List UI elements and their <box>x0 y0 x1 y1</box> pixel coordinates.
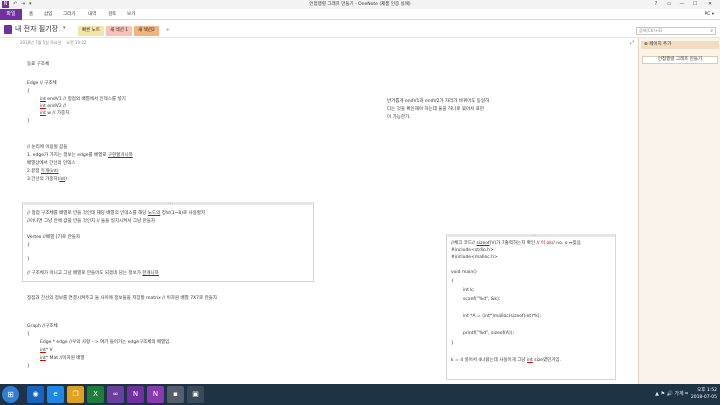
window-title: 인접행렬 그래프 만들기 - OneNote (제품 인증 실패) <box>309 2 411 7</box>
text-line[interactable]: int *A = (int*)malloc(sizeof(int)*k); <box>463 314 541 320</box>
note-container[interactable]: ••• // 정점 구조체를 배열로 만들 것인데 해당 배열의 인덱스를 해당… <box>22 202 314 282</box>
text-line[interactable]: int* Mat //이차원 배열 <box>40 356 85 362</box>
ribbon-tabs: 파일 홈 삽입 그리기 내역 검토 보기 PC ▾ <box>0 9 720 20</box>
text-line[interactable]: int w // 가중치 <box>40 111 69 117</box>
drag-handle[interactable]: ••• <box>23 202 313 205</box>
text-line[interactable]: // 정점 구조체를 배열로 만들 것인데 해당 배열의 인덱스를 해당 노드의… <box>27 211 205 217</box>
text-line[interactable]: } <box>27 364 30 370</box>
text-line[interactable]: printf("%d", sizeof(A)); <box>463 331 514 337</box>
text-line[interactable]: Edge // 구조체 <box>27 81 57 87</box>
text-line[interactable]: #include<malloc.h> <box>451 255 498 261</box>
close-button[interactable]: ✕ <box>704 0 716 9</box>
text-line[interactable]: scanf("%d", &k); <box>463 297 500 303</box>
tab-view[interactable]: 보기 <box>127 9 135 20</box>
text-line[interactable]: int* V <box>40 348 53 354</box>
search-icon[interactable]: ⌕ <box>710 28 713 34</box>
expand-icon[interactable]: ⤢ <box>630 40 634 46</box>
notebook-bar: 내 전자 필기장 ▾ 빠른 노트 새 섹션 1 새 섹션2 + 검색(Ctrl+… <box>0 20 720 38</box>
text-line[interactable]: int endV2 // <box>40 104 66 110</box>
page-date: 2018년 7월 5일 목요일 오전 10:22 <box>20 40 87 45</box>
note-line[interactable]: 다는 것을 확인해야 하는데 둘을 하나로 묶어서 표현 <box>387 107 484 113</box>
text-line[interactable]: 3.간선의 가중치(int) <box>27 177 67 183</box>
text-line[interactable]: Vertex //배열 [7]로 만들자 <box>27 235 80 241</box>
page-list-item[interactable]: 인접행렬 그래프 만들기 <box>642 56 718 64</box>
note-line[interactable]: 이 가능한가. <box>387 115 411 121</box>
code-container[interactable]: ••• //체크 코드// sizeof(V)가 7출력하는지 확인 // 이 … <box>446 234 616 380</box>
text-line[interactable]: } <box>451 341 454 347</box>
text-line[interactable]: { <box>27 243 30 249</box>
help-button[interactable]: ? <box>650 0 662 9</box>
text-line[interactable]: //아니면 그냥 안에 값을 만들 것인지 // 둘을 일치시켜서 그냥 만들자 <box>27 219 155 225</box>
text-line[interactable]: //체크 코드// sizeof(V)가 7출력하는지 확인 // 이 ok//… <box>451 241 581 247</box>
taskbar-app-explorer[interactable]: ❐ <box>67 386 84 403</box>
taskbar-app-ie[interactable]: e <box>47 386 64 403</box>
section-tab-new-section-1[interactable]: 새 섹션 1 <box>106 26 133 36</box>
tab-home[interactable]: 홈 <box>29 9 33 20</box>
text-line[interactable]: { <box>27 89 30 95</box>
text-line[interactable]: 1. edge가 가지는 정보는 edge를 배열로 구현할거니까 <box>27 153 133 159</box>
notebook-name[interactable]: 내 전자 필기장 <box>15 24 58 34</box>
text-line[interactable]: // 구조체가 아니고 그냥 배열로 만들어도 되겠네 담는 정보가 한개니까 <box>27 271 159 277</box>
text-line[interactable]: void main() <box>451 270 477 276</box>
section-tab-quick-notes[interactable]: 빠른 노트 <box>78 26 104 36</box>
text-line[interactable]: { <box>27 332 30 338</box>
search-input[interactable]: 검색(Ctrl+E) ⌕ <box>636 27 716 35</box>
add-page-button[interactable]: ⊕ 페이지 추가 <box>641 41 719 49</box>
page-list-panel: ⊕ 페이지 추가 인접행렬 그래프 만들기 <box>638 38 720 384</box>
taskbar-app-visual-studio[interactable]: ∞ <box>107 386 124 403</box>
minimize-button[interactable]: — <box>676 0 688 9</box>
text-line[interactable]: 동료 구조체 <box>27 62 49 68</box>
tab-insert[interactable]: 삽입 <box>44 9 52 20</box>
section-tab-new-section-2[interactable]: 새 섹션2 <box>134 26 159 36</box>
start-button[interactable]: ⊞ <box>2 386 19 403</box>
taskbar-app-chrome[interactable]: ◉ <box>27 386 44 403</box>
text-line[interactable]: 배열상에서 간선의 인덱스 <box>27 161 75 167</box>
text-line[interactable]: } <box>27 119 30 125</box>
taskbar-app-excel[interactable]: X <box>87 386 104 403</box>
taskbar: ⊞ ◉ e ❐ X ∞ N N ▪ ▣ ▲ ⚑ 🔊 가계 ⌗ 오후 1:52 2… <box>0 384 720 405</box>
taskbar-app-onenote-2[interactable]: N <box>147 386 164 403</box>
tab-history[interactable]: 내역 <box>88 9 96 20</box>
tab-file[interactable]: 파일 <box>0 9 22 20</box>
notebook-icon <box>4 25 12 34</box>
add-section-button[interactable]: + <box>162 26 174 36</box>
account-menu[interactable]: PC ▾ <box>704 9 714 20</box>
taskbar-app-onenote[interactable]: N <box>127 386 144 403</box>
text-line[interactable]: { <box>451 279 454 285</box>
text-line[interactable]: #include<stdio.h> <box>451 248 494 254</box>
title-bar: N ↶ ⇥ ▾ 인접행렬 그래프 만들기 - OneNote (제품 인증 실패… <box>0 0 720 9</box>
taskbar-app-window[interactable]: ▪ <box>167 386 184 403</box>
full-page-button[interactable]: ▭ <box>663 0 675 9</box>
text-line[interactable]: Graph //구조체 <box>27 324 58 330</box>
page-canvas[interactable]: 2018년 7월 5일 목요일 오전 10:22 동료 구조체 Edge // … <box>0 38 628 384</box>
taskbar-app-window-2[interactable]: ▣ <box>187 386 204 403</box>
chevron-down-icon[interactable]: ▾ <box>63 25 66 31</box>
note-line[interactable]: 반가롭게 endV1과 endV2가 자리가 바뀌어도 동일하 <box>387 99 489 105</box>
text-line[interactable]: int endV1 // 정점의 배열에서 인덱스를 넣기 <box>40 97 126 103</box>
text-line[interactable]: 2.끝점 두개(int) <box>27 169 59 175</box>
search-placeholder: 검색(Ctrl+E) <box>639 28 663 33</box>
system-tray[interactable]: ▲ ⚑ 🔊 가계 ⌗ <box>655 390 688 397</box>
tab-review[interactable]: 검토 <box>108 9 116 20</box>
drag-handle[interactable]: ••• <box>447 234 615 237</box>
text-line[interactable]: 정점과 간선의 정보를 연결시켜주고 둘 사이에 정보들을 저장할 matrix… <box>27 296 217 302</box>
clock[interactable]: 오후 1:52 2018-07-05 <box>691 387 717 401</box>
text-line[interactable]: int k; <box>463 288 474 294</box>
text-line[interactable]: // 논리에 이용될 값들 <box>27 145 67 151</box>
text-line[interactable]: } <box>27 257 30 263</box>
text-line[interactable]: k = 4 넣어서 4나왔는데 사실이게 그냥 int size였던거임. <box>451 358 561 364</box>
tab-draw[interactable]: 그리기 <box>63 9 75 20</box>
maximize-button[interactable]: ☐ <box>689 0 701 9</box>
text-line[interactable]: Edge * edge //우의 사항 --> 여기 들어가는 edge구조체의… <box>40 340 171 346</box>
